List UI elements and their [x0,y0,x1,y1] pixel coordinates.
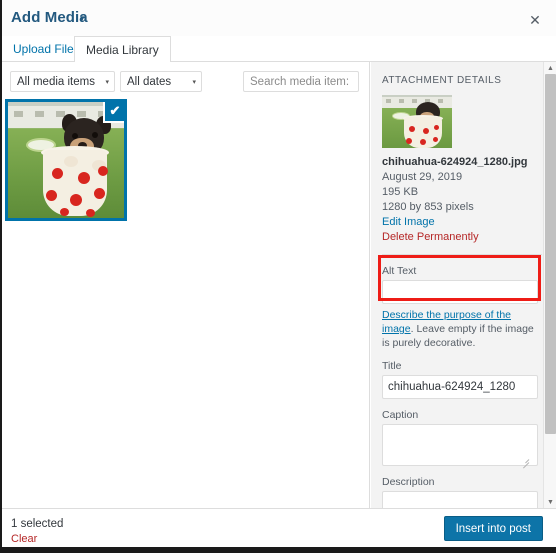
title-label: Title [382,360,402,372]
tab-media-library[interactable]: Media Library [74,36,171,63]
close-icon[interactable]: ✕ [520,6,550,34]
attachment-selected-checkbox[interactable]: ✔ [103,102,124,123]
media-toolbar: All media items ▾ All dates ▾ [0,62,369,98]
attachment-date: August 29, 2019 [382,171,463,183]
edit-image-link[interactable]: Edit Image [382,215,531,230]
description-field-block: Description [382,476,538,508]
attachment-file-name: chihuahua-624924_1280.jpg [382,156,528,168]
attachment-file-size: 195 KB [382,186,419,198]
attachment-details-sidebar: ATTACHMENT DETAILS chihuahua-624924_1280… [371,62,556,508]
search-input[interactable] [243,71,359,92]
media-browse-pane: All media items ▾ All dates ▾ Search med… [0,62,370,508]
selected-count-label: 1 selected [11,518,64,530]
modal-footer: 1 selected Clear Insert into post [0,508,556,547]
alt-text-input[interactable] [382,280,538,304]
page-title: Add Media [11,9,88,26]
clear-selection-link[interactable]: Clear [11,533,37,545]
alt-text-label: Alt Text [382,265,417,277]
title-input[interactable] [382,375,538,399]
date-filter-label: All dates [127,75,172,88]
modal-header: Add Media ▾ ✕ [0,0,556,36]
chevron-down-icon: ▾ [192,78,196,86]
description-textarea[interactable] [382,491,538,508]
title-field-block: Title [382,360,538,399]
attachment-detail-thumbnail[interactable] [382,95,452,148]
scrollbar-thumb[interactable] [545,74,556,434]
chevron-down-icon[interactable]: ▾ [80,13,85,24]
attachment-dimensions: 1280 by 853 pixels [382,201,474,213]
window-left-edge [0,0,2,553]
attachment-thumbnail[interactable]: ✔ [5,99,127,221]
scroll-down-icon[interactable]: ▼ [544,496,556,508]
delete-permanently-link[interactable]: Delete Permanently [382,230,531,245]
description-label: Description [382,476,435,488]
add-media-modal: Add Media ▾ ✕ Upload Files Media Library… [0,0,556,553]
window-bottom-edge [0,547,556,553]
sidebar-scrollbar[interactable]: ▲ ▼ [543,62,556,508]
alt-text-help: Describe the purpose of the image. Leave… [382,308,540,350]
attachment-grid: ✔ [5,99,127,221]
caption-label: Caption [382,409,419,421]
insert-into-post-button[interactable]: Insert into post [443,516,543,541]
alt-text-field-block: Alt Text [382,265,538,304]
chevron-down-icon: ▾ [105,78,109,86]
attachment-details-heading: ATTACHMENT DETAILS [382,75,502,86]
caption-textarea[interactable] [382,424,538,466]
modal-tabs: Upload Files Media Library [0,36,556,63]
media-type-filter[interactable]: All media items ▾ [10,71,115,92]
date-filter[interactable]: All dates ▾ [120,71,202,92]
scroll-up-icon[interactable]: ▲ [544,62,556,74]
media-type-filter-label: All media items [17,75,95,88]
divider [382,254,542,255]
caption-field-block: Caption [382,409,538,469]
